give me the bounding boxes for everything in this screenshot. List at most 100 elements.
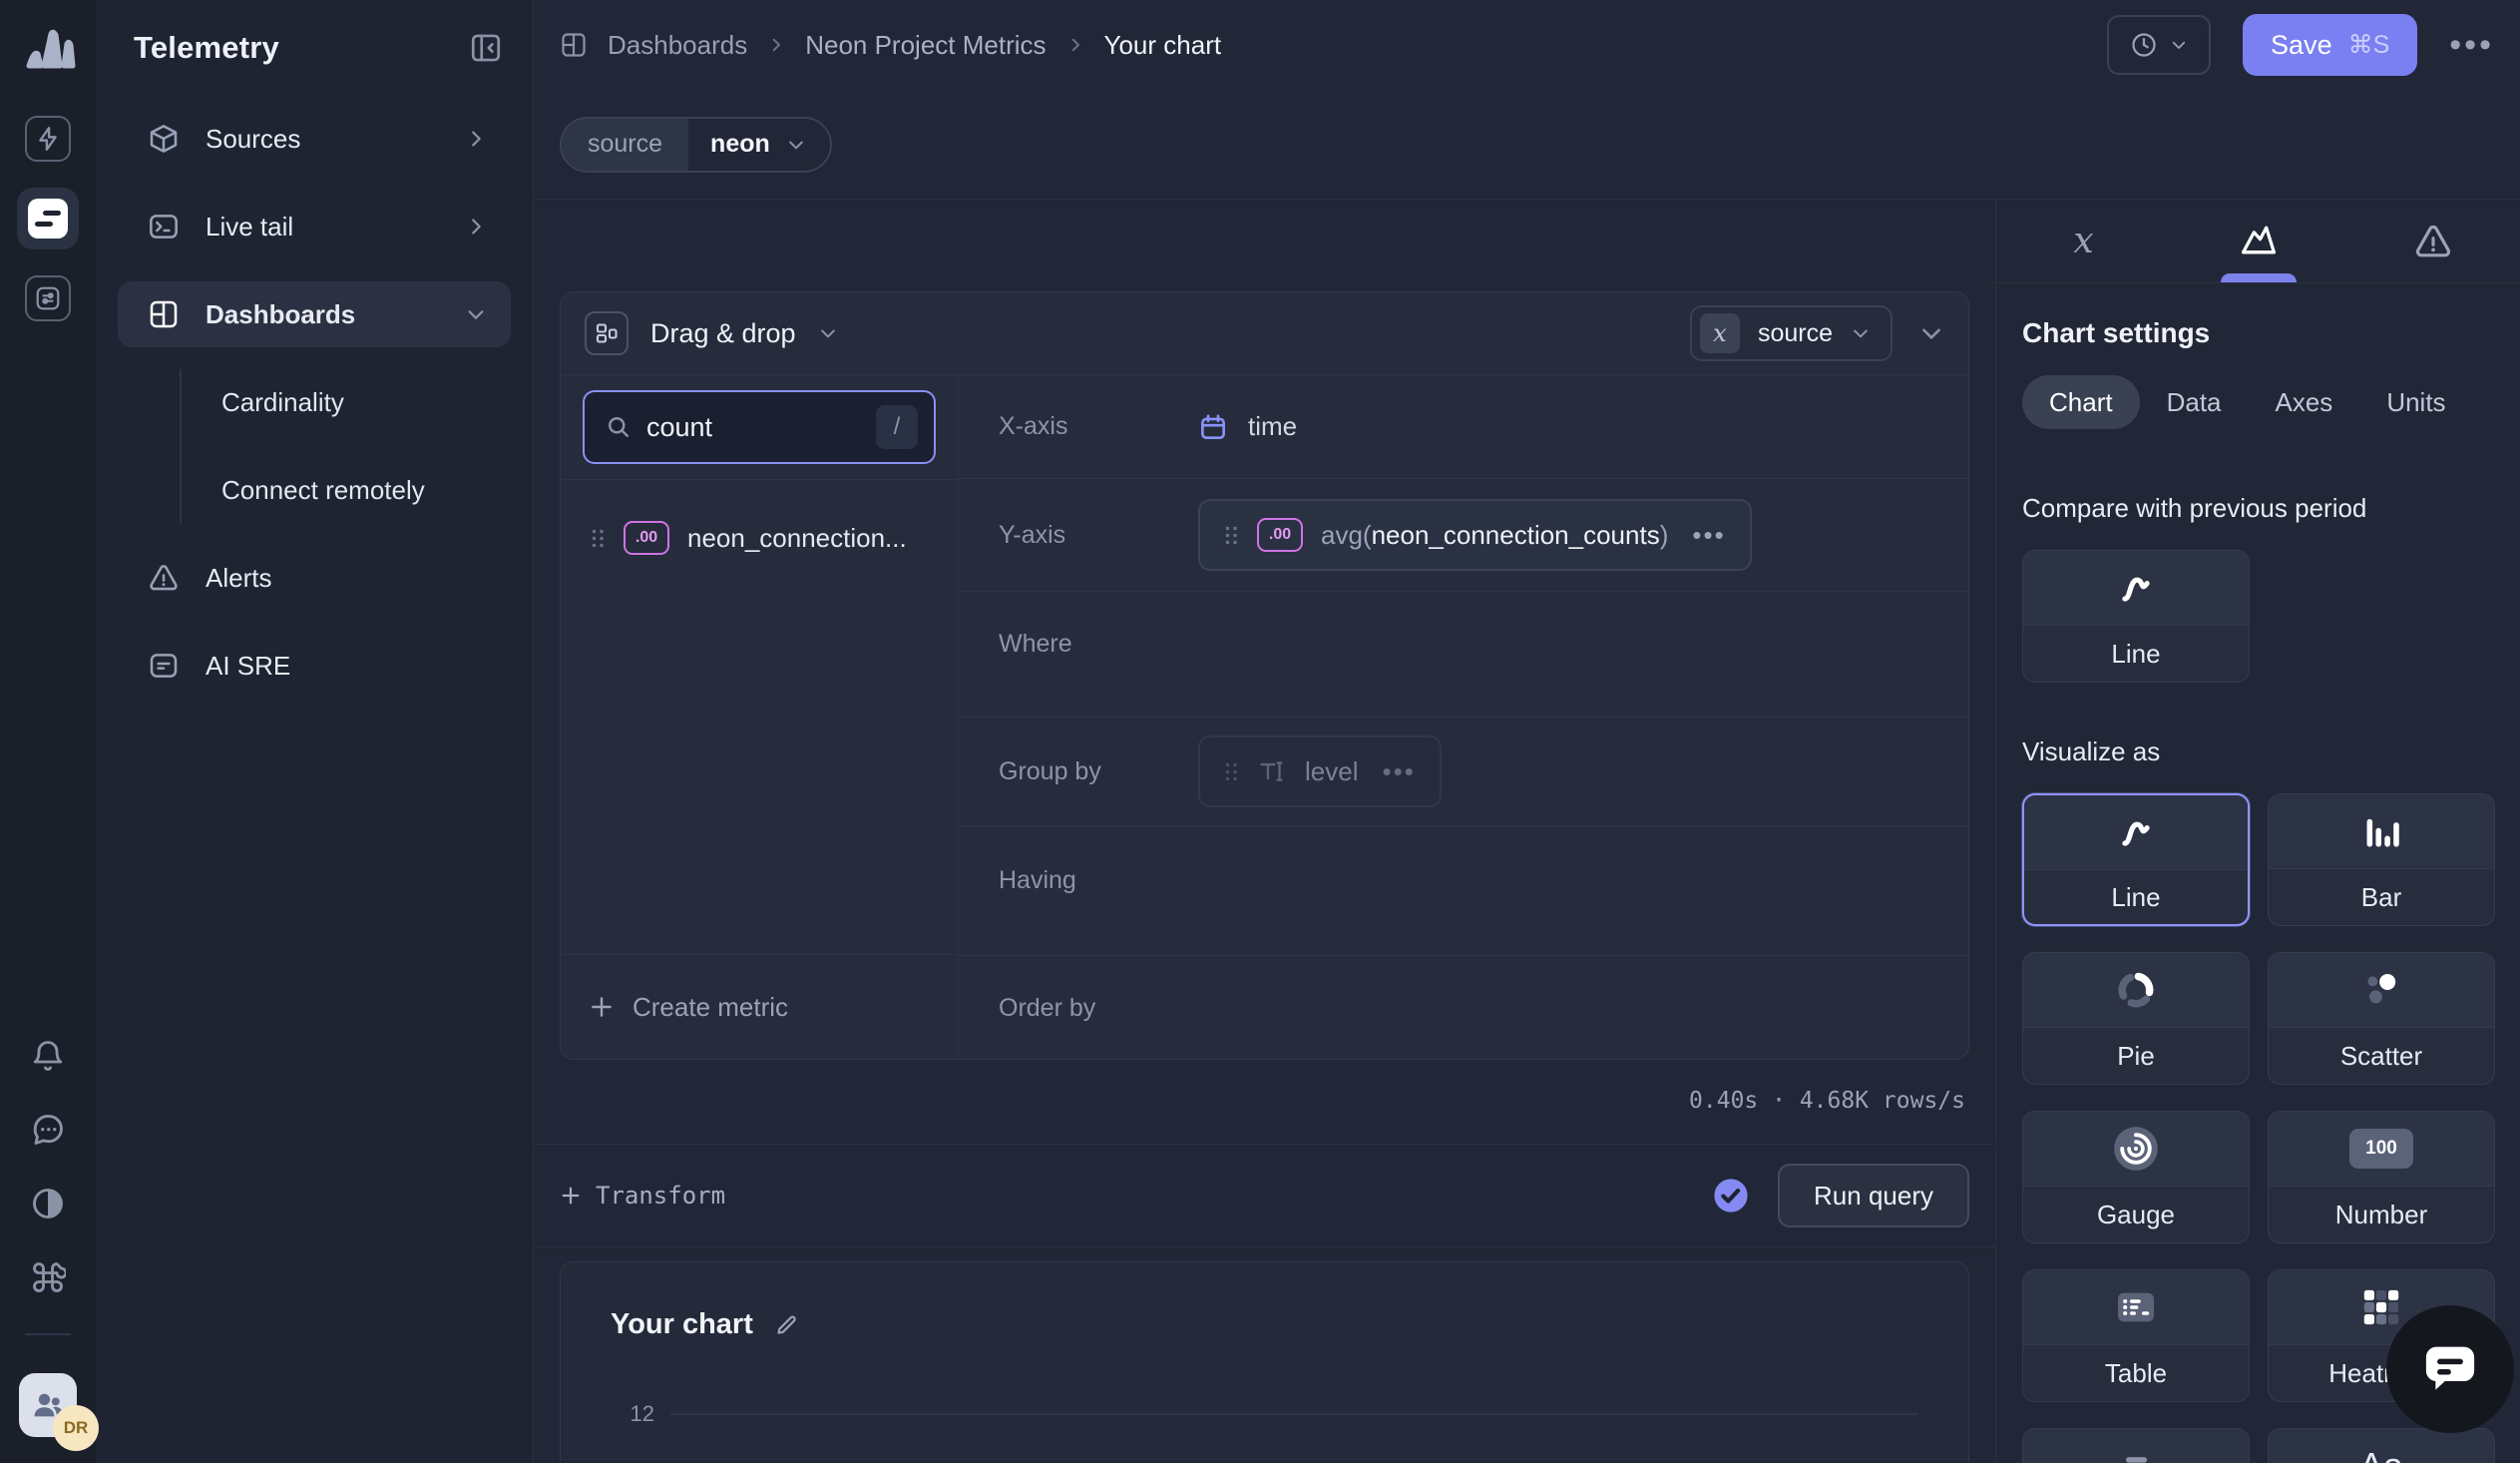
sidebar-item-ai-sre[interactable]: AI SRE [118, 633, 511, 699]
tab-warnings[interactable] [2345, 200, 2520, 282]
pie-chart-icon [2116, 970, 2156, 1010]
number-100-icon: 100 [2349, 1129, 2413, 1169]
y-axis-expression: avg(neon_connection_counts) [1321, 520, 1668, 551]
compare-line-label: Line [2023, 625, 2249, 682]
viz-label: Scatter [2269, 1027, 2494, 1084]
feedback-chat-icon[interactable] [30, 1112, 66, 1148]
sidebar-item-dashboards[interactable]: Dashboards [118, 281, 511, 347]
breadcrumb-dashboards[interactable]: Dashboards [608, 30, 747, 61]
metric-list-item[interactable]: .00 neon_connection... [591, 510, 938, 566]
compare-line-option[interactable]: Line [2022, 550, 2250, 683]
sidebar-item-cardinality[interactable]: Cardinality [182, 369, 511, 435]
rail-divider [25, 1333, 71, 1335]
theme-contrast-icon[interactable] [30, 1186, 66, 1221]
drag-handle-icon[interactable] [1224, 761, 1239, 782]
search-icon [605, 413, 632, 441]
collapse-sidebar-icon[interactable] [469, 31, 503, 65]
save-label: Save [2271, 30, 2332, 61]
viz-option-gauge[interactable]: Gauge [2022, 1111, 2250, 1243]
user-avatar[interactable]: DR [19, 1373, 77, 1437]
group-by-row[interactable]: Group by level ••• [959, 718, 1968, 826]
metric-list-panel: / .00 neon_connection... [561, 375, 959, 1059]
chat-widget-button[interactable] [2386, 1305, 2514, 1433]
add-transform-button[interactable]: Transform [560, 1182, 725, 1210]
query-mode-selector[interactable]: Drag & drop [585, 311, 838, 355]
metric-type-badge: .00 [624, 521, 669, 555]
chevron-down-icon [818, 323, 838, 343]
tab-units[interactable]: Units [2359, 375, 2472, 429]
app-logo-icon[interactable] [20, 22, 76, 78]
shortcuts-command-icon[interactable] [30, 1259, 66, 1295]
group-by-label: Group by [999, 757, 1198, 786]
flows-button[interactable] [25, 116, 71, 162]
source-filter-chip[interactable]: source neon [560, 117, 832, 173]
tab-chart[interactable]: Chart [2022, 375, 2140, 429]
telemetry-rail-button[interactable] [17, 188, 79, 249]
logs-icon [28, 199, 68, 239]
y-axis-field-pill[interactable]: .00 avg(neon_connection_counts) ••• [1198, 499, 1752, 571]
create-metric-button[interactable]: Create metric [561, 954, 958, 1059]
viz-label: Table [2023, 1344, 2249, 1401]
where-label: Where [999, 630, 1198, 659]
chevron-right-icon [465, 128, 487, 150]
drag-handle-icon[interactable] [1224, 525, 1239, 546]
viz-option-bar[interactable]: Bar [2268, 793, 2495, 926]
tab-variables[interactable]: x [1996, 200, 2171, 282]
query-mode-label: Drag & drop [650, 318, 796, 349]
order-by-row[interactable]: Order by [959, 956, 1968, 1061]
line-wave-icon [2116, 814, 2156, 850]
viz-option-table[interactable]: Table [2022, 1269, 2250, 1402]
viz-option-scatter[interactable]: Scatter [2268, 952, 2495, 1085]
viz-option-text[interactable]: Aa [2268, 1428, 2495, 1463]
header-zone: Dashboards Neon Project Metrics Your cha… [534, 0, 2520, 200]
tab-chart-settings[interactable] [2171, 200, 2345, 282]
metric-search-input[interactable] [632, 412, 876, 443]
plus-icon [589, 994, 615, 1020]
sidebar-item-label: Dashboards [206, 299, 355, 330]
settings-rail-button[interactable] [25, 275, 71, 321]
breadcrumb-current: Your chart [1104, 30, 1222, 61]
sidebar-item-label: Connect remotely [221, 475, 425, 506]
viz-option-statistic[interactable] [2022, 1428, 2250, 1463]
sidebar-item-live-tail[interactable]: Live tail [118, 194, 511, 259]
breadcrumb-dashboard-name[interactable]: Neon Project Metrics [805, 30, 1046, 61]
group-by-field-pill[interactable]: level ••• [1198, 735, 1442, 807]
run-query-label: Run query [1814, 1181, 1933, 1212]
having-label: Having [999, 866, 1198, 895]
sidebar-item-connect-remotely[interactable]: Connect remotely [182, 457, 511, 523]
viz-option-number[interactable]: 100 Number [2268, 1111, 2495, 1243]
time-range-button[interactable] [2107, 15, 2211, 75]
y-axis-row[interactable]: Y-axis .00 avg(neon_connection_counts) •… [959, 479, 1968, 592]
collapse-panel-chevron-icon[interactable] [1918, 320, 1944, 346]
visualize-heading: Visualize as [2022, 736, 2494, 767]
compare-heading: Compare with previous period [2022, 493, 2494, 524]
chart-title: Your chart [611, 1308, 753, 1341]
text-type-icon [1257, 756, 1287, 786]
sidebar-item-sources[interactable]: Sources [118, 106, 511, 172]
having-row[interactable]: Having [959, 826, 1968, 956]
warning-triangle-icon [2413, 222, 2453, 261]
run-query-button[interactable]: Run query [1778, 1164, 1969, 1227]
viz-option-line[interactable]: Line [2022, 793, 2250, 926]
x-axis-row[interactable]: X-axis time [959, 375, 1968, 479]
viz-label: Number [2269, 1186, 2494, 1242]
chart-card: Your chart 12 [560, 1261, 1969, 1461]
dataset-select[interactable]: x source [1690, 305, 1892, 361]
edit-pencil-icon[interactable] [773, 1312, 799, 1338]
chevron-down-icon [2170, 36, 2188, 54]
drag-handle-icon[interactable] [591, 528, 606, 549]
text-aa-icon: Aa [2359, 1445, 2403, 1463]
save-button[interactable]: Save ⌘S [2243, 14, 2417, 76]
viz-option-pie[interactable]: Pie [2022, 952, 2250, 1085]
metric-name: neon_connection... [687, 523, 907, 554]
where-row[interactable]: Where [959, 592, 1968, 718]
chevron-right-icon [1066, 36, 1084, 54]
topbar: Dashboards Neon Project Metrics Your cha… [534, 0, 2520, 90]
viz-label: Line [2024, 869, 2248, 924]
tab-axes[interactable]: Axes [2249, 375, 2360, 429]
create-metric-label: Create metric [632, 992, 788, 1023]
sidebar-item-alerts[interactable]: Alerts [118, 545, 511, 611]
tab-data[interactable]: Data [2140, 375, 2249, 429]
notifications-bell-icon[interactable] [30, 1038, 66, 1074]
x-axis-value: time [1248, 411, 1297, 442]
